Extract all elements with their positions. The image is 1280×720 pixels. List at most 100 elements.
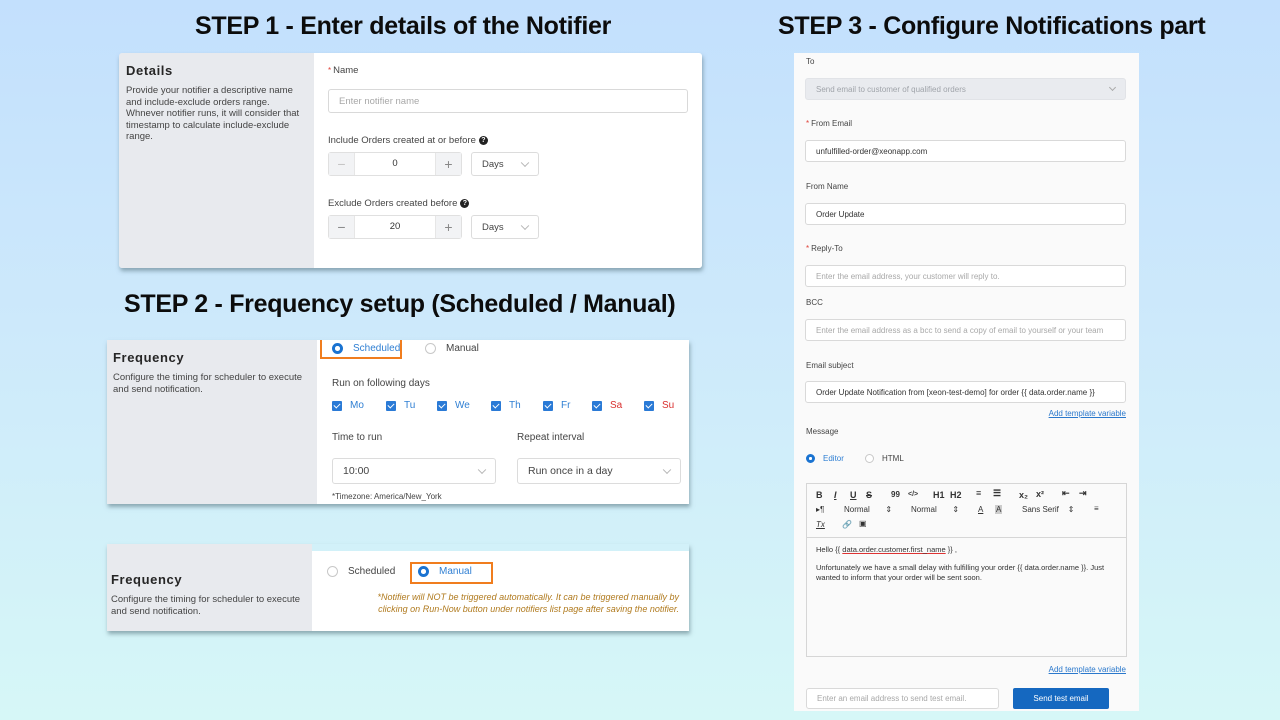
background-color-button[interactable]: A	[995, 505, 1003, 514]
frequency-manual-panel: Frequency Configure the timing for sched…	[107, 544, 689, 631]
include-orders-value[interactable]: 0	[354, 153, 436, 175]
h2-button[interactable]: H2	[950, 490, 962, 500]
include-orders-label: Include Orders created at or before?	[328, 135, 488, 146]
increment-button[interactable]: +	[436, 216, 461, 238]
quote-button[interactable]: 99	[891, 490, 900, 499]
repeat-interval-select[interactable]: Run once in a day	[517, 458, 681, 484]
message-label: Message	[806, 427, 839, 436]
email-subject-input[interactable]: Order Update Notification from [xeon-tes…	[805, 381, 1126, 403]
from-email-input[interactable]: unfulfilled-order@xeonapp.com	[805, 140, 1126, 162]
message-editor: B I U S 99 </> H1 H2 ≡ ☰ x₂ x² ⇤ ⇥ ▸¶ No…	[806, 483, 1127, 657]
days-label: Run on following days	[332, 378, 430, 389]
underline-button[interactable]: U	[850, 490, 857, 500]
message-paragraph: Unfortunately we have a small delay with…	[816, 563, 1105, 582]
bcc-label: BCC	[806, 298, 823, 307]
radio-editor[interactable]: Editor	[806, 454, 844, 463]
notifier-name-input[interactable]: Enter notifier name	[328, 89, 688, 113]
details-heading: Details	[126, 63, 173, 78]
exclude-unit-value: Days	[482, 221, 504, 233]
chevron-down-icon	[477, 465, 487, 475]
chevron-down-icon	[520, 158, 530, 168]
day-checkbox-we[interactable]: We	[437, 400, 470, 411]
checkbox-checked-icon	[437, 400, 447, 411]
help-icon[interactable]: ?	[460, 199, 470, 208]
decrement-button[interactable]: −	[329, 216, 354, 238]
checkbox-checked-icon	[332, 400, 342, 411]
radio-manual[interactable]: Manual	[418, 566, 472, 577]
link-icon[interactable]: 🔗	[842, 520, 852, 529]
h1-button[interactable]: H1	[933, 490, 945, 500]
direction-button[interactable]: ▸¶	[816, 505, 824, 514]
superscript-button[interactable]: x²	[1036, 489, 1044, 499]
ordered-list-icon[interactable]: ≡	[976, 488, 981, 498]
size-select[interactable]: Normal ⇕	[844, 505, 892, 514]
repeat-value: Run once in a day	[528, 465, 613, 477]
checkbox-checked-icon	[543, 400, 553, 411]
chevron-down-icon	[662, 465, 672, 475]
test-email-input[interactable]: Enter an email address to send test emai…	[806, 688, 999, 709]
from-name-input[interactable]: Order Update	[805, 203, 1126, 225]
decrement-button[interactable]: −	[329, 153, 354, 175]
from-name-label: From Name	[806, 182, 849, 191]
exclude-orders-value[interactable]: 20	[354, 216, 436, 238]
frequency-side: Frequency Configure the timing for sched…	[107, 340, 317, 504]
send-test-email-button[interactable]: Send test email	[1013, 688, 1109, 709]
day-checkbox-sa[interactable]: Sa	[592, 400, 622, 411]
greeting-line: Hello {{ data.order.customer.first_name …	[816, 545, 957, 554]
radio-manual[interactable]: Manual	[425, 343, 479, 354]
increment-button[interactable]: +	[436, 153, 461, 175]
code-button[interactable]: </>	[908, 491, 918, 498]
editor-body[interactable]: Hello {{ data.order.customer.first_name …	[807, 538, 1126, 590]
frequency-side: Frequency Configure the timing for sched…	[107, 544, 312, 631]
to-select[interactable]: Send email to customer of qualified orde…	[805, 78, 1126, 100]
day-checkbox-th[interactable]: Th	[491, 400, 521, 411]
frequency-form: Scheduled Manual *Notifier will NOT be t…	[312, 551, 689, 631]
radio-scheduled[interactable]: Scheduled	[332, 343, 400, 354]
subscript-button[interactable]: x₂	[1019, 490, 1028, 500]
image-icon[interactable]: ▣	[859, 519, 867, 528]
frequency-heading: Frequency	[111, 572, 183, 587]
reply-to-input[interactable]: Enter the email address, your customer w…	[805, 265, 1126, 287]
include-unit-select[interactable]: Days	[471, 152, 539, 176]
timezone-note: *Timezone: America/New_York	[332, 492, 442, 501]
align-icon[interactable]: ≡	[1094, 504, 1099, 513]
font-select[interactable]: Sans Serif ⇕	[1022, 505, 1075, 514]
radio-unchecked-icon	[425, 343, 436, 354]
checkbox-checked-icon	[491, 400, 501, 411]
outdent-icon[interactable]: ⇤	[1062, 488, 1070, 499]
chevron-down-icon	[520, 221, 530, 231]
frequency-scheduled-panel: Frequency Configure the timing for sched…	[107, 340, 689, 504]
day-checkbox-tu[interactable]: Tu	[386, 400, 415, 411]
checkbox-checked-icon	[386, 400, 396, 411]
help-icon[interactable]: ?	[478, 136, 488, 145]
italic-button[interactable]: I	[834, 490, 837, 500]
radio-html[interactable]: HTML	[865, 454, 904, 463]
frequency-heading: Frequency	[113, 350, 185, 365]
indent-icon[interactable]: ⇥	[1079, 488, 1087, 499]
exclude-orders-label: Exclude Orders created before?	[328, 198, 470, 209]
step2-title: STEP 2 - Frequency setup (Scheduled / Ma…	[124, 290, 676, 318]
radio-unchecked-icon	[327, 566, 338, 577]
details-panel: Details Provide your notifier a descript…	[119, 53, 702, 268]
bullet-list-icon[interactable]: ☰	[993, 488, 1001, 499]
add-template-variable-link[interactable]: Add template variable	[1049, 665, 1126, 674]
bold-button[interactable]: B	[816, 490, 823, 500]
details-side: Details Provide your notifier a descript…	[119, 53, 314, 268]
strike-button[interactable]: S	[866, 490, 872, 500]
time-to-run-select[interactable]: 10:00	[332, 458, 496, 484]
exclude-unit-select[interactable]: Days	[471, 215, 539, 239]
include-orders-stepper[interactable]: − 0 +	[328, 152, 462, 176]
day-checkbox-su[interactable]: Su	[644, 400, 674, 411]
day-checkbox-fr[interactable]: Fr	[543, 400, 570, 411]
radio-scheduled[interactable]: Scheduled	[327, 566, 395, 577]
font-color-button[interactable]: A	[978, 505, 983, 514]
step3-title: STEP 3 - Configure Notifications part	[778, 12, 1206, 40]
exclude-orders-stepper[interactable]: − 20 +	[328, 215, 462, 239]
reply-to-label: * Reply-To	[806, 244, 843, 253]
day-checkbox-mo[interactable]: Mo	[332, 400, 364, 411]
header-select[interactable]: Normal ⇕	[911, 505, 959, 514]
clean-format-button[interactable]: Tx	[816, 520, 825, 529]
bcc-input[interactable]: Enter the email address as a bcc to send…	[805, 319, 1126, 341]
radio-unchecked-icon	[865, 454, 874, 463]
add-template-variable-link[interactable]: Add template variable	[1049, 409, 1126, 418]
